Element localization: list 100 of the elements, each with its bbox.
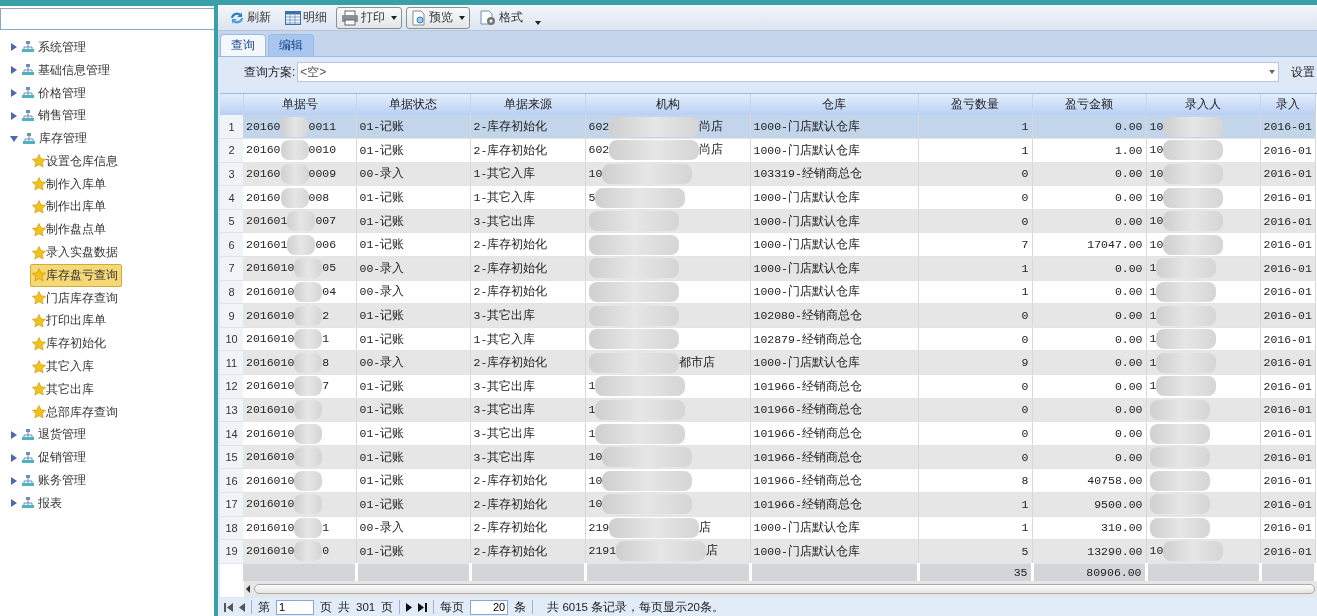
tree-item[interactable]: 系统管理 bbox=[36, 35, 90, 59]
blur-mask bbox=[1163, 140, 1224, 161]
table-cell: 2016010 04 bbox=[243, 280, 356, 304]
tree-item[interactable]: 退货管理 bbox=[36, 423, 90, 447]
tree-item[interactable]: 库存管理 bbox=[37, 127, 91, 151]
tree-item[interactable]: 销售管理 bbox=[36, 104, 90, 128]
table-cell: 1000-门店默认仓库 bbox=[750, 232, 918, 257]
blur-mask bbox=[294, 399, 323, 420]
table-cell: 0 bbox=[918, 209, 1032, 233]
toolbar-button[interactable]: 刷新 bbox=[224, 6, 276, 29]
table-cell: 1-其它入库 bbox=[470, 327, 585, 351]
tree-item[interactable]: 价格管理 bbox=[36, 81, 90, 105]
toolbar-button[interactable]: 打印 bbox=[336, 6, 402, 29]
table-cell: 0.00 bbox=[1032, 280, 1146, 304]
tree-item[interactable]: 制作盘点单 bbox=[30, 218, 110, 242]
record-summary: 共 6015 条记录，每页显示20条。 bbox=[547, 599, 724, 615]
table-cell: 2016010 1 bbox=[243, 516, 356, 540]
table-cell: 0 bbox=[918, 185, 1032, 210]
column-header[interactable]: 录入人 bbox=[1146, 94, 1260, 115]
table-cell: 01-记账 bbox=[356, 115, 470, 139]
table-cell: 10 bbox=[1146, 138, 1260, 163]
table-cell: 3-其它出库 bbox=[470, 374, 585, 399]
query-scheme-dropdown[interactable]: <空> bbox=[297, 62, 1279, 82]
table-cell: 1 bbox=[1146, 256, 1260, 281]
table-cell: 101966-经销商总仓 bbox=[750, 374, 918, 399]
table-cell: 101966-经销商总仓 bbox=[750, 398, 918, 422]
column-header[interactable]: 仓库 bbox=[750, 94, 918, 115]
table-cell: 10 bbox=[1146, 185, 1260, 210]
tab[interactable]: 查询 bbox=[220, 34, 266, 56]
tree-item[interactable]: 门店库存查询 bbox=[30, 286, 122, 310]
table-cell: 20160 0011 bbox=[243, 115, 356, 139]
table-cell: 2-库存初始化 bbox=[470, 232, 585, 257]
pager-label: 页 bbox=[381, 599, 394, 615]
tree-item[interactable]: 报表 bbox=[36, 491, 66, 515]
star-icon bbox=[32, 268, 46, 283]
column-header[interactable]: 单据状态 bbox=[356, 94, 470, 115]
pager-label: 条 bbox=[514, 599, 527, 615]
toolbar-button[interactable]: 明细 bbox=[280, 6, 332, 29]
refresh-icon bbox=[229, 9, 245, 26]
row-number: 3 bbox=[220, 162, 243, 186]
table-cell: 1 bbox=[1146, 327, 1260, 351]
settings-button[interactable]: 设置 bbox=[1281, 63, 1317, 81]
column-header[interactable]: 盈亏金额 bbox=[1032, 94, 1146, 115]
tree-item[interactable]: 录入实盘数据 bbox=[30, 241, 122, 265]
page-size-field[interactable]: 20 bbox=[470, 599, 509, 615]
tree-item[interactable]: 其它入库 bbox=[30, 355, 98, 379]
blur-mask bbox=[294, 329, 323, 350]
table-cell: 00-录入 bbox=[356, 350, 470, 375]
column-header[interactable]: 盈亏数量 bbox=[918, 94, 1032, 115]
toolbar-button[interactable]: 格式 bbox=[474, 6, 528, 29]
tab[interactable]: 编辑 bbox=[268, 34, 314, 56]
column-header[interactable]: 单据来源 bbox=[470, 94, 585, 115]
tree-item[interactable]: 库存初始化 bbox=[30, 332, 110, 356]
tree-item[interactable]: 制作出库单 bbox=[30, 195, 110, 219]
row-number: 8 bbox=[220, 280, 243, 304]
table-cell: 1-其它入库 bbox=[470, 162, 585, 186]
tree-item[interactable]: 基础信息管理 bbox=[36, 58, 114, 82]
table-cell: 101966-经销商总仓 bbox=[750, 492, 918, 517]
tree-item[interactable]: 打印出库单 bbox=[30, 309, 110, 333]
horizontal-scrollbar[interactable] bbox=[244, 581, 1317, 598]
column-header[interactable]: 单据号 bbox=[243, 94, 356, 115]
table-cell: 2-库存初始化 bbox=[470, 468, 585, 493]
table-cell: 2016010 bbox=[243, 398, 356, 422]
table-cell: 0.00 bbox=[1032, 327, 1146, 351]
tree-item[interactable]: 总部库存查询 bbox=[30, 400, 122, 424]
tree-item[interactable]: 库存盘亏查询 bbox=[30, 263, 122, 287]
previous-page-icon[interactable] bbox=[239, 602, 245, 612]
table-cell: 0 bbox=[918, 374, 1032, 399]
toolbar-button[interactable]: 预览 bbox=[406, 6, 470, 29]
tree-item[interactable]: 制作入库单 bbox=[30, 172, 110, 196]
tree-item[interactable]: 账务管理 bbox=[36, 469, 90, 493]
table-cell: 2016010 1 bbox=[243, 327, 356, 351]
column-header[interactable]: 录入 bbox=[1260, 94, 1315, 115]
table-cell: 2-库存初始化 bbox=[470, 256, 585, 281]
table-cell: 8 bbox=[918, 468, 1032, 493]
tree-item[interactable]: 设置仓库信息 bbox=[30, 149, 122, 173]
table-cell: 1 bbox=[1146, 374, 1260, 399]
table-cell: 219 店 bbox=[585, 516, 750, 540]
org-chart-icon bbox=[21, 86, 35, 100]
tree-item[interactable]: 促销管理 bbox=[36, 446, 90, 470]
table-cell: 20160 0009 bbox=[243, 162, 356, 186]
blur-mask bbox=[280, 187, 309, 208]
next-page-icon[interactable] bbox=[406, 602, 413, 612]
table-cell: 102879-经销商总仓 bbox=[750, 327, 918, 351]
search-field[interactable] bbox=[0, 8, 214, 30]
star-icon bbox=[32, 313, 46, 328]
star-icon bbox=[32, 177, 46, 192]
table-cell: 01-记账 bbox=[356, 468, 470, 493]
column-header[interactable]: 机构 bbox=[585, 94, 750, 115]
last-page-icon[interactable] bbox=[418, 602, 428, 612]
page-number-field[interactable]: 1 bbox=[276, 599, 314, 615]
first-page-icon[interactable] bbox=[224, 602, 233, 612]
table-cell: 9500.00 bbox=[1032, 492, 1146, 517]
table-cell: 1 bbox=[1146, 350, 1260, 375]
tree-item[interactable]: 其它出库 bbox=[30, 377, 98, 401]
table-cell: 201601 007 bbox=[243, 209, 356, 233]
pager-label: 页 bbox=[320, 599, 332, 615]
blur-mask bbox=[1163, 234, 1224, 255]
row-number: 16 bbox=[220, 468, 243, 493]
table-cell: 2-库存初始化 bbox=[470, 492, 585, 517]
